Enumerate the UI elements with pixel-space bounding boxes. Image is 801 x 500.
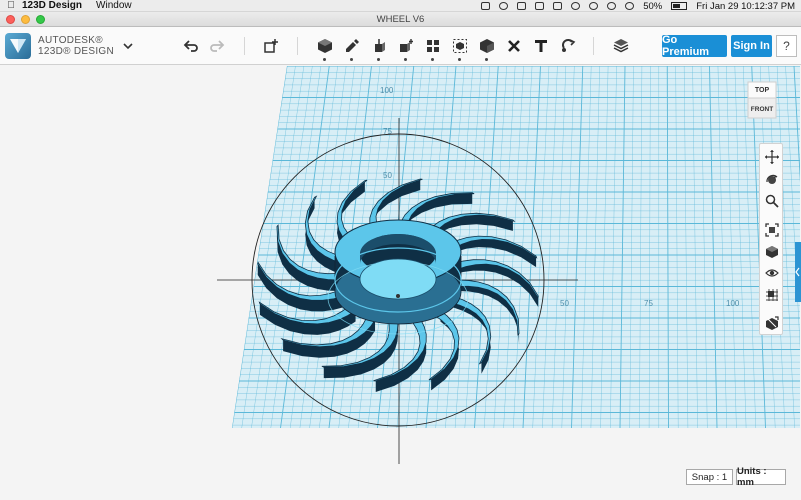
axis-label: 50 [383,171,392,180]
drive-icon[interactable] [481,2,491,10]
grid-line [87,66,161,428]
material-toggle-icon[interactable] [763,314,780,331]
fit-view-icon[interactable] [763,221,780,238]
3d-viewport[interactable]: 100 75 50 50 75 100 TOP FRONT Snap: 1 U… [0,66,801,500]
redo-icon[interactable] [207,36,227,56]
grid-line [19,66,102,428]
window-menu[interactable]: Window [96,0,132,11]
grid-line [232,66,246,428]
axis-label: 75 [644,299,653,308]
group-icon[interactable] [450,36,470,61]
toolbar-separator [593,37,594,55]
grid-line [0,66,34,428]
zoom-icon[interactable] [763,192,780,209]
grid-line [106,66,177,428]
grid-line [96,66,169,428]
pan-icon[interactable] [763,148,780,165]
grid-line [0,66,67,428]
go-premium-button[interactable]: Go Premium [662,34,727,58]
scene-canvas[interactable]: 100 75 50 50 75 100 [0,66,801,500]
snap-icon[interactable] [558,36,578,56]
airplay-icon[interactable] [553,2,563,10]
grid-line [232,66,237,428]
material-icon[interactable] [611,36,631,56]
view-cube[interactable]: TOP FRONT [746,80,778,120]
sign-in-button[interactable]: Sign In [731,35,772,57]
grid-line [9,66,93,428]
system-menubar:  123D Design Window 50% Fri Jan 29 10:1… [0,0,801,12]
visibility-icon[interactable] [763,264,780,281]
transform-icon[interactable] [261,36,281,56]
help-button[interactable]: ? [776,35,797,57]
apple-menu-icon[interactable]:  [0,0,22,11]
grid-line [0,66,17,428]
battery-icon[interactable] [671,2,688,10]
window-titlebar: WHEEL V6 [0,12,801,27]
time-machine-icon[interactable] [589,2,599,10]
sync-icon[interactable] [499,2,509,10]
status-icons: 50% Fri Jan 29 10:12:37 PM [481,0,795,12]
brand-autodesk: AUTODESK® [38,35,103,46]
grid-line [0,66,8,428]
grid-line [154,66,219,428]
clock[interactable]: Fri Jan 29 10:12:37 PM [696,1,795,12]
grid-line [0,66,76,428]
grid-line [0,66,50,428]
construct-icon[interactable] [369,36,389,61]
grid-line [77,66,152,428]
modify-icon[interactable] [396,36,416,61]
combine-icon[interactable] [477,36,497,61]
grid-line [48,66,127,428]
view-cube-icon[interactable] [763,243,780,260]
grid-line [0,66,42,428]
stats-icon[interactable] [535,2,545,10]
toolbar-separator [244,37,245,55]
adobe-icon[interactable] [517,2,527,10]
window-title: WHEEL V6 [376,14,425,25]
pattern-icon[interactable] [423,36,443,61]
grid-line [0,66,59,428]
grid-line [135,66,203,428]
battery-percent[interactable]: 50% [643,1,662,12]
toolbar-separator [297,37,298,55]
grid-line [38,66,118,428]
grid-line [67,66,143,428]
grid-line [28,66,109,428]
volume-icon[interactable] [607,2,617,10]
grid-line [57,66,134,428]
text-icon[interactable] [531,36,551,56]
grid-line [116,66,186,428]
side-panel-tab[interactable] [795,242,801,302]
sketch-icon[interactable] [342,36,362,61]
axis-label: 100 [380,86,394,95]
axis-label: 50 [560,299,569,308]
chevron-down-icon[interactable] [121,39,135,53]
navigation-bar [759,143,783,335]
app-menu[interactable]: 123D Design [22,0,82,11]
orbit-icon[interactable] [763,171,780,188]
viewcube-top-label: TOP [755,87,770,94]
primitives-icon[interactable] [315,36,335,61]
viewcube-front-label: FRONT [751,106,773,113]
main-toolbar: AUTODESK® 123D® DESIGN Go Premium Sign I… [0,27,801,65]
undo-icon[interactable] [181,36,201,56]
grid-line [125,66,194,428]
grid-line [164,66,228,428]
snap-setting[interactable]: Snap : 1 [686,469,733,485]
grid-toggle-icon[interactable] [763,286,780,303]
grid-line [0,66,84,428]
brand-product: 123D® DESIGN [38,46,114,57]
units-setting[interactable]: Units : mm [736,466,786,488]
bluetooth-icon[interactable] [571,2,581,10]
delete-icon[interactable] [504,36,524,56]
autodesk-logo[interactable] [5,33,31,59]
grid-line [145,66,211,428]
grid-line [0,66,25,428]
wifi-icon[interactable] [625,2,635,10]
axis-label: 100 [726,299,740,308]
